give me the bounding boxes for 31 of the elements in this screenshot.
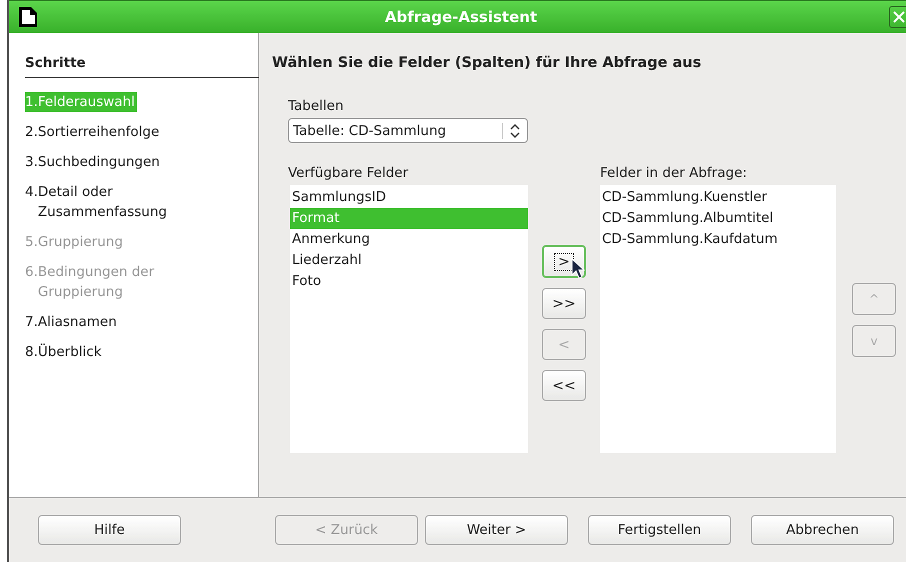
- close-button[interactable]: [889, 6, 906, 28]
- list-item[interactable]: Anmerkung: [290, 229, 528, 250]
- move-button[interactable]: <<: [542, 370, 586, 401]
- list-item[interactable]: Foto: [290, 271, 528, 292]
- dialog-button[interactable]: Weiter >: [425, 515, 568, 545]
- mouse-pointer-icon: [571, 258, 585, 280]
- step-item[interactable]: 2.Sortierreihenfolge: [25, 122, 228, 142]
- field-label: Tabellen: [288, 98, 344, 114]
- step-item[interactable]: 3.Suchbedingungen: [25, 152, 228, 172]
- document-icon: [17, 6, 39, 28]
- list-label: Verfügbare Felder: [288, 165, 408, 181]
- list-item[interactable]: SammlungsID: [290, 187, 528, 208]
- dialog-button[interactable]: Abbrechen: [751, 515, 894, 545]
- list-label: Felder in der Abfrage:: [600, 165, 747, 181]
- dialog-button[interactable]: Hilfe: [38, 515, 181, 545]
- window-title: Abfrage-Assistent: [384, 8, 538, 26]
- page-heading: Wählen Sie die Felder (Spalten) für Ihre Abfrage aus: [272, 55, 702, 71]
- list-item[interactable]: Liederzahl: [290, 250, 528, 271]
- sidebar-heading: Schritte: [25, 55, 259, 78]
- list-item[interactable]: CD-Sammlung.Kaufdatum: [600, 229, 836, 250]
- step-item[interactable]: 8.Überblick: [25, 342, 228, 362]
- spinner-icon: [502, 122, 521, 138]
- step-item[interactable]: 4.Detail oder Zusammenfassung: [25, 182, 228, 222]
- dialog-button[interactable]: Fertigstellen: [588, 515, 731, 545]
- table-dropdown[interactable]: Tabelle: CD-Sammlung: [288, 118, 528, 143]
- move-button[interactable]: >: [542, 245, 586, 278]
- list-item[interactable]: CD-Sammlung.Albumtitel: [600, 208, 836, 229]
- move-button[interactable]: >>: [542, 288, 586, 319]
- step-item[interactable]: 7.Aliasnamen: [25, 312, 228, 332]
- close-icon: [893, 11, 905, 23]
- list-item[interactable]: CD-Sammlung.Kuenstler: [600, 187, 836, 208]
